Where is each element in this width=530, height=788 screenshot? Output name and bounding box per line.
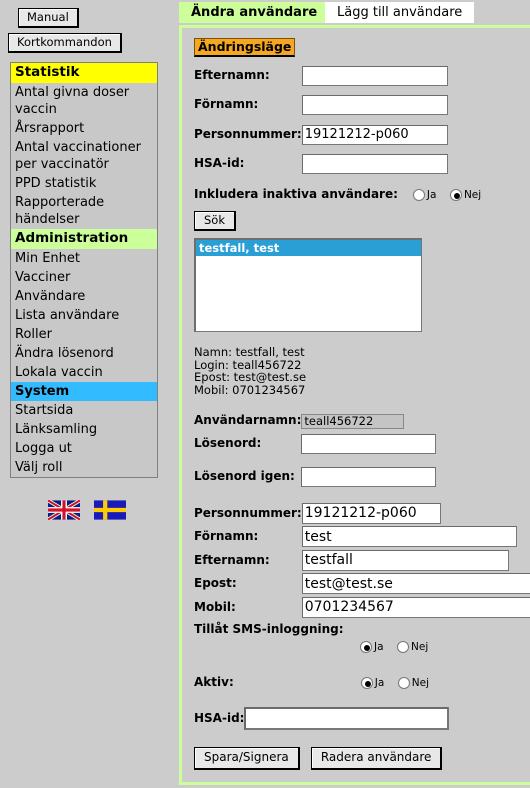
edit-user-form: Personnummer: Förnamn: Efternamn: <box>194 502 530 618</box>
sidebar-item-antal-givna-doser-vaccin[interactable]: Antal givna doser vaccin <box>11 83 157 119</box>
sidebar-item-anvandare[interactable]: Användare <box>11 287 157 306</box>
label-personnummer-search: Personnummer: <box>194 126 302 141</box>
nav-section-heading-system[interactable]: System <box>11 382 157 401</box>
tab-bar: Ändra användare Lägg till användare <box>175 0 530 25</box>
search-form: Efternamn: Förnamn: Personnummer: 191212… <box>194 64 448 174</box>
sidebar-item-roller[interactable]: Roller <box>11 325 157 344</box>
sidebar-item-andra-losenord[interactable]: Ändra lösenord <box>11 344 157 363</box>
delete-user-button[interactable]: Radera användare <box>310 746 443 770</box>
label-personnummer-edit: Personnummer: <box>194 505 302 520</box>
left-column: Manual Kortkommandon Statistik Antal giv… <box>0 0 168 788</box>
losenord-input[interactable] <box>301 433 437 454</box>
mode-badge: Ändringsläge <box>194 38 296 57</box>
uk-flag-icon[interactable] <box>47 498 82 524</box>
anvandarnamn-input <box>301 413 405 429</box>
aktiv-ja-label: Ja <box>374 676 385 689</box>
tab-andra-anvandare[interactable]: Ändra användare <box>179 2 330 23</box>
label-anvandarnamn: Användarnamn: <box>194 412 302 427</box>
form-panel: Ändringsläge Efternamn: Förnamn: Personn… <box>179 25 530 785</box>
inkludera-inaktiva-nej-radio[interactable] <box>449 189 462 201</box>
label-fornamn-edit: Förnamn: <box>194 529 259 544</box>
detail-namn: Namn: testfall, test <box>194 345 305 359</box>
manual-button[interactable]: Manual <box>18 8 79 28</box>
sidebar-item-ppd-statistik[interactable]: PPD statistik <box>11 174 157 193</box>
navigation-menu: Statistik Antal givna doser vaccin Årsra… <box>10 62 158 478</box>
sidebar-item-lanksamling[interactable]: Länksamling <box>11 420 157 439</box>
list-item[interactable]: testfall, test <box>196 240 421 256</box>
label-mobil-edit: Mobil: <box>194 599 236 614</box>
sidebar-item-min-enhet[interactable]: Min Enhet <box>11 249 157 268</box>
search-fornamn-input[interactable] <box>301 95 448 115</box>
inkludera-inaktiva-ja-label: Ja <box>426 189 437 201</box>
inkludera-inaktiva-nej-label: Nej <box>463 189 482 201</box>
search-personnummer-input[interactable] <box>301 124 448 145</box>
search-efternamn-input[interactable] <box>301 65 448 86</box>
edit-hsaid-input[interactable] <box>244 706 450 730</box>
aktiv-nej-label: Nej <box>411 676 430 689</box>
label-fornamn-search: Förnamn: <box>194 97 259 112</box>
edit-mobil-input[interactable] <box>301 596 530 618</box>
sidebar-item-arsrapport[interactable]: Årsrapport <box>11 119 157 138</box>
label-hsaid-search: HSA-id: <box>194 156 245 171</box>
sidebar-item-rapporterade-handelser[interactable]: Rapporterade händelser <box>11 193 157 229</box>
sms-ja-radio[interactable] <box>360 640 372 653</box>
label-efternamn-edit: Efternamn: <box>194 552 270 567</box>
sms-nej-radio[interactable] <box>397 640 410 653</box>
shortcuts-button[interactable]: Kortkommandon <box>8 33 122 53</box>
label-tillat-sms: Tillåt SMS-inloggning: <box>194 621 344 636</box>
tab-lagg-till-anvandare[interactable]: Lägg till användare <box>325 2 475 23</box>
sidebar-item-lista-anvandare[interactable]: Lista användare <box>11 306 157 325</box>
detail-epost: Epost: test@test.se <box>194 370 307 384</box>
label-losenord: Lösenord: <box>194 435 262 450</box>
hsaid-form: HSA-id: <box>194 706 450 730</box>
search-button[interactable]: Sök <box>194 211 236 231</box>
sidebar-item-valj-roll[interactable]: Välj roll <box>11 458 157 477</box>
sidebar-item-antal-vaccinationer-per-vaccinator[interactable]: Antal vaccinationer per vaccinatör <box>11 138 157 174</box>
detail-mobil: Mobil: 0701234567 <box>194 382 306 397</box>
nav-section-heading-statistik: Statistik <box>11 63 157 83</box>
sidebar-item-startsida[interactable]: Startsida <box>11 401 157 420</box>
label-aktiv: Aktiv: <box>194 674 234 689</box>
edit-fornamn-input[interactable] <box>301 526 517 547</box>
language-flags <box>0 498 168 524</box>
sidebar-item-lokala-vaccin[interactable]: Lokala vaccin <box>11 363 157 382</box>
edit-efternamn-input[interactable] <box>301 549 509 571</box>
aktiv-nej-radio[interactable] <box>397 676 410 689</box>
account-form: Användarnamn: Lösenord: Lösenord igen: <box>194 410 437 487</box>
sweden-flag-icon[interactable] <box>93 500 126 524</box>
sms-ja-label: Ja <box>374 640 384 653</box>
action-button-bar: Spara/Signera Radera användare <box>194 746 530 770</box>
save-button[interactable]: Spara/Signera <box>194 746 300 770</box>
sidebar-item-logga-ut[interactable]: Logga ut <box>11 439 157 458</box>
top-button-group: Manual Kortkommandon <box>0 0 168 53</box>
sidebar-item-vacciner[interactable]: Vacciner <box>11 268 157 287</box>
sms-nej-label: Nej <box>411 640 429 653</box>
edit-personnummer-input[interactable] <box>301 502 441 524</box>
label-epost-edit: Epost: <box>194 576 237 591</box>
search-results-listbox[interactable]: testfall, test <box>194 238 422 332</box>
nav-section-heading-administration: Administration <box>11 229 157 249</box>
content-area: Ändra användare Lägg till användare Ändr… <box>175 0 530 788</box>
label-efternamn-search: Efternamn: <box>194 67 270 82</box>
label-hsaid-edit: HSA-id: <box>194 711 245 725</box>
label-losenord-igen: Lösenord igen: <box>194 469 295 484</box>
aktiv-ja-radio[interactable] <box>360 676 373 689</box>
app-window: Manual Kortkommandon Statistik Antal giv… <box>0 0 530 788</box>
search-hsaid-input[interactable] <box>301 154 448 174</box>
user-details-block: Namn: testfall, test Login: teall456722 … <box>194 346 530 396</box>
label-inkludera-inaktiva: Inkludera inaktiva användare: <box>194 187 398 201</box>
inkludera-inaktiva-ja-radio[interactable] <box>412 189 425 201</box>
edit-epost-input[interactable] <box>301 573 530 594</box>
losenord-igen-input[interactable] <box>301 467 437 487</box>
